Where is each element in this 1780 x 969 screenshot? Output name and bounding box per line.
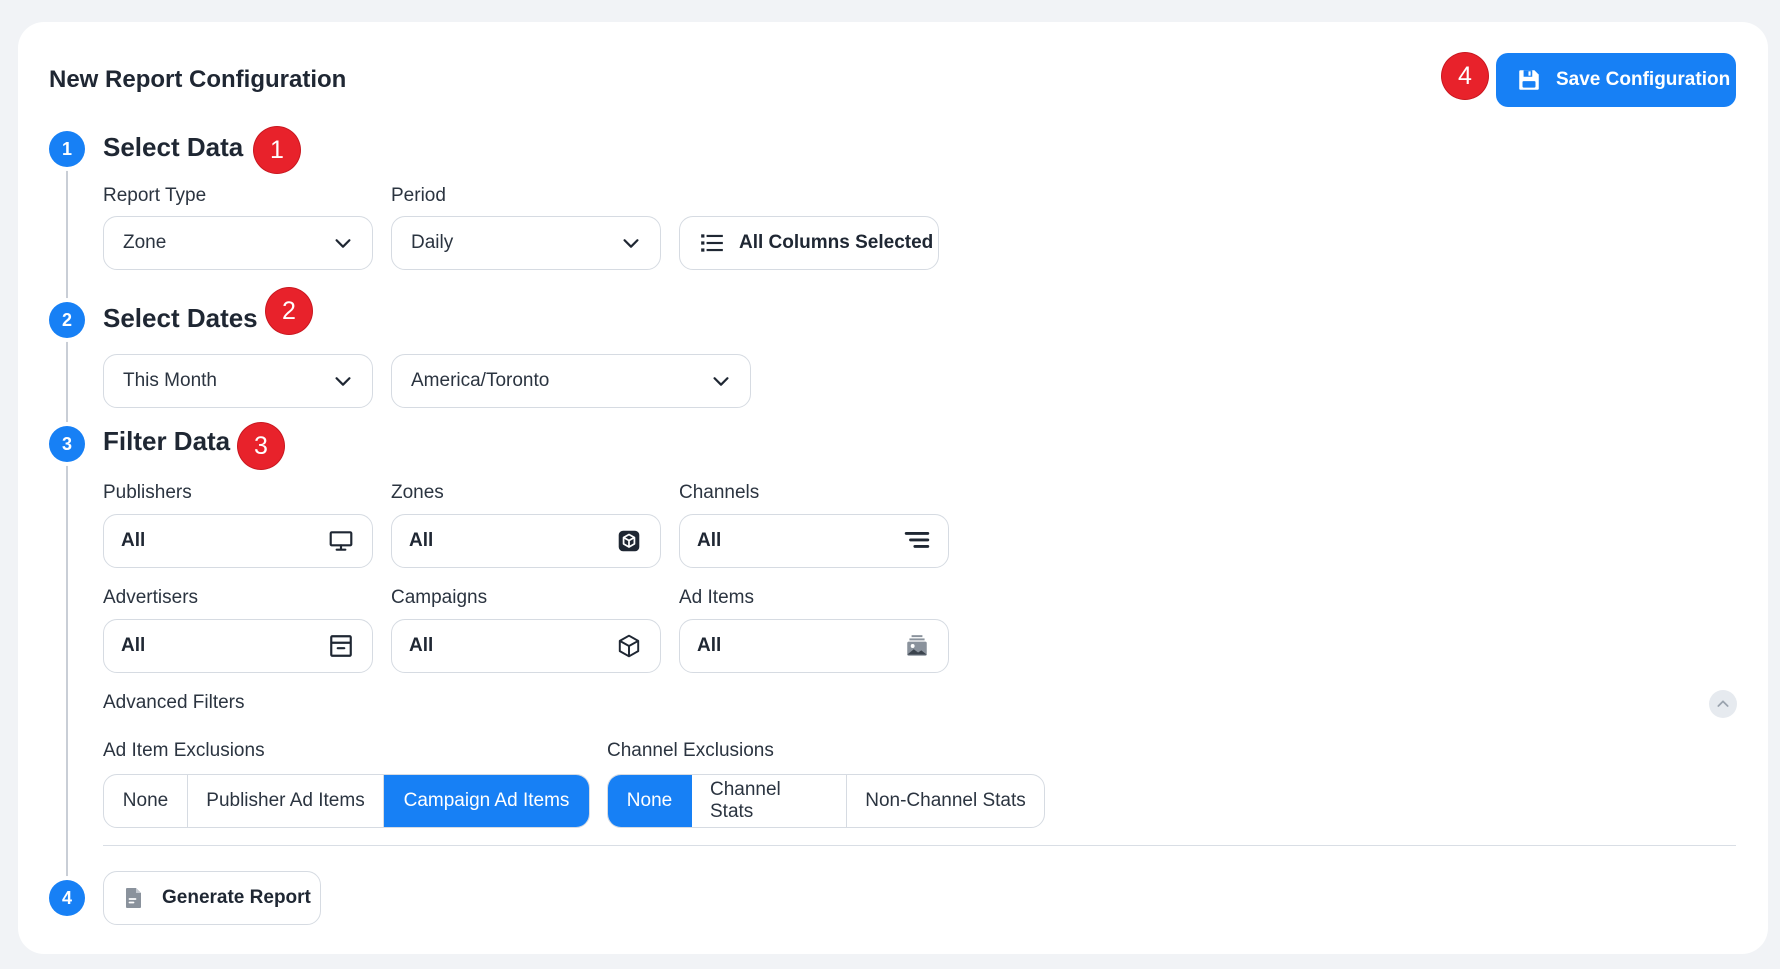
channels-icon [904,532,930,548]
date-range-value: This Month [123,370,217,391]
chevron-up-icon [1717,700,1729,707]
ad-item-exclusions-label: Ad Item Exclusions [103,740,265,761]
advanced-filters-label: Advanced Filters [103,692,245,713]
report-type-label: Report Type [103,185,207,206]
zones-filter[interactable]: All [391,514,661,568]
columns-selector-button[interactable]: All Columns Selected [679,216,939,270]
date-range-select[interactable]: This Month [103,354,373,408]
chevron-down-icon [335,239,351,248]
advertisers-value: All [121,635,146,656]
publishers-filter[interactable]: All [103,514,373,568]
stepper-line [66,150,68,888]
annotation-marker-4: 4 [1442,53,1488,99]
ad-items-filter[interactable]: All [679,619,949,673]
select-dates-title: Select Dates [103,303,258,333]
channels-label: Channels [679,482,760,503]
campaigns-filter[interactable]: All [391,619,661,673]
zones-label: Zones [391,482,444,503]
advertiser-icon [330,635,352,657]
publishers-label: Publishers [103,482,192,503]
save-configuration-button[interactable]: Save Configuration [1496,53,1736,107]
step-indicator-2: 2 [49,302,85,338]
advanced-filters-toggle[interactable] [1709,690,1737,718]
ad-item-exclusions-segmented: None Publisher Ad Items Campaign Ad Item… [103,774,590,828]
step-indicator-3: 3 [49,426,85,462]
filter-data-title: Filter Data [103,426,231,456]
period-label: Period [391,185,446,206]
zone-box-icon [618,530,640,552]
channel-exclusion-none[interactable]: None [608,775,692,827]
report-config-card: New Report Configuration 4 Save Configur… [18,22,1768,954]
document-icon [126,888,141,908]
step-indicator-4: 4 [49,880,85,916]
floppy-disk-icon [1519,70,1539,90]
zones-value: All [409,530,434,551]
channel-exclusions-segmented: None Channel Stats Non-Channel Stats [607,774,1045,828]
campaigns-value: All [409,635,434,656]
ad-items-value: All [697,635,722,656]
period-select[interactable]: Daily [391,216,661,270]
ad-item-exclusion-publisher[interactable]: Publisher Ad Items [188,775,384,827]
step-indicator-1: 1 [49,131,85,167]
report-type-select[interactable]: Zone [103,216,373,270]
ad-items-icon [907,635,927,656]
report-type-value: Zone [123,232,167,253]
ad-items-label: Ad Items [679,587,754,608]
generate-report-label: Generate Report [162,887,311,908]
channel-exclusion-channel-stats[interactable]: Channel Stats [692,775,847,827]
select-data-title: Select Data [103,132,244,162]
ad-item-exclusion-none[interactable]: None [104,775,188,827]
advertisers-filter[interactable]: All [103,619,373,673]
monitor-icon [329,531,353,551]
channels-filter[interactable]: All [679,514,949,568]
period-value: Daily [411,232,454,253]
list-icon [701,234,723,252]
annotation-marker-3: 3 [238,423,284,469]
page-title: New Report Configuration [49,66,347,93]
campaigns-label: Campaigns [391,587,488,608]
section-divider [103,845,1736,846]
timezone-value: America/Toronto [411,370,550,391]
annotation-marker-2: 2 [266,288,312,334]
advertisers-label: Advertisers [103,587,199,608]
ad-item-exclusion-campaign[interactable]: Campaign Ad Items [384,775,589,827]
chevron-down-icon [335,377,351,386]
channel-exclusions-label: Channel Exclusions [607,740,774,761]
timezone-select[interactable]: America/Toronto [391,354,751,408]
channels-value: All [697,530,722,551]
save-configuration-label: Save Configuration [1556,69,1731,90]
chevron-down-icon [623,239,639,248]
publishers-value: All [121,530,146,551]
columns-selector-label: All Columns Selected [739,232,934,253]
chevron-down-icon [713,377,729,386]
cube-icon [618,634,640,658]
channel-exclusion-non-channel-stats[interactable]: Non-Channel Stats [847,775,1044,827]
annotation-marker-1: 1 [254,127,300,173]
generate-report-button[interactable]: Generate Report [103,871,321,925]
